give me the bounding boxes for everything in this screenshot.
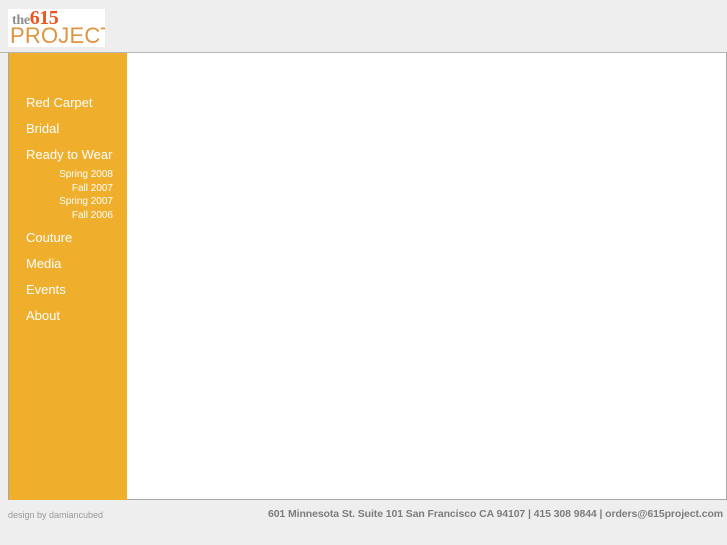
- ready-to-wear-submenu: Spring 2008 Fall 2007 Spring 2007 Fall 2…: [9, 168, 128, 222]
- design-credit[interactable]: design by damiancubed: [8, 510, 103, 520]
- sidebar-item-events[interactable]: Events: [9, 282, 128, 297]
- site-footer: design by damiancubed 601 Minnesota St. …: [0, 500, 727, 545]
- sidebar-item-ready-to-wear[interactable]: Ready to Wear: [9, 147, 128, 162]
- sidebar-item-red-carpet[interactable]: Red Carpet: [9, 95, 128, 110]
- footer-contact-info: 601 Minnesota St. Suite 101 San Francisc…: [267, 508, 723, 520]
- main-navigation: Red Carpet Bridal Ready to Wear Spring 2…: [9, 95, 128, 334]
- main-content-panel: [127, 53, 727, 500]
- sidebar: Red Carpet Bridal Ready to Wear Spring 2…: [8, 53, 127, 500]
- sidebar-subitem-spring-2007[interactable]: Spring 2007: [9, 195, 128, 209]
- sidebar-item-couture[interactable]: Couture: [9, 230, 128, 245]
- sidebar-subitem-spring-2008[interactable]: Spring 2008: [9, 168, 128, 182]
- site-logo[interactable]: the615 PROJECT: [8, 9, 105, 47]
- sidebar-item-bridal[interactable]: Bridal: [9, 121, 128, 136]
- sidebar-subitem-fall-2006[interactable]: Fall 2006: [9, 209, 128, 223]
- sidebar-item-media[interactable]: Media: [9, 256, 128, 271]
- sidebar-subitem-fall-2007[interactable]: Fall 2007: [9, 182, 128, 196]
- site-header: the615 PROJECT: [0, 0, 727, 52]
- logo-project-text: PROJECT: [10, 23, 105, 48]
- sidebar-item-about[interactable]: About: [9, 308, 128, 323]
